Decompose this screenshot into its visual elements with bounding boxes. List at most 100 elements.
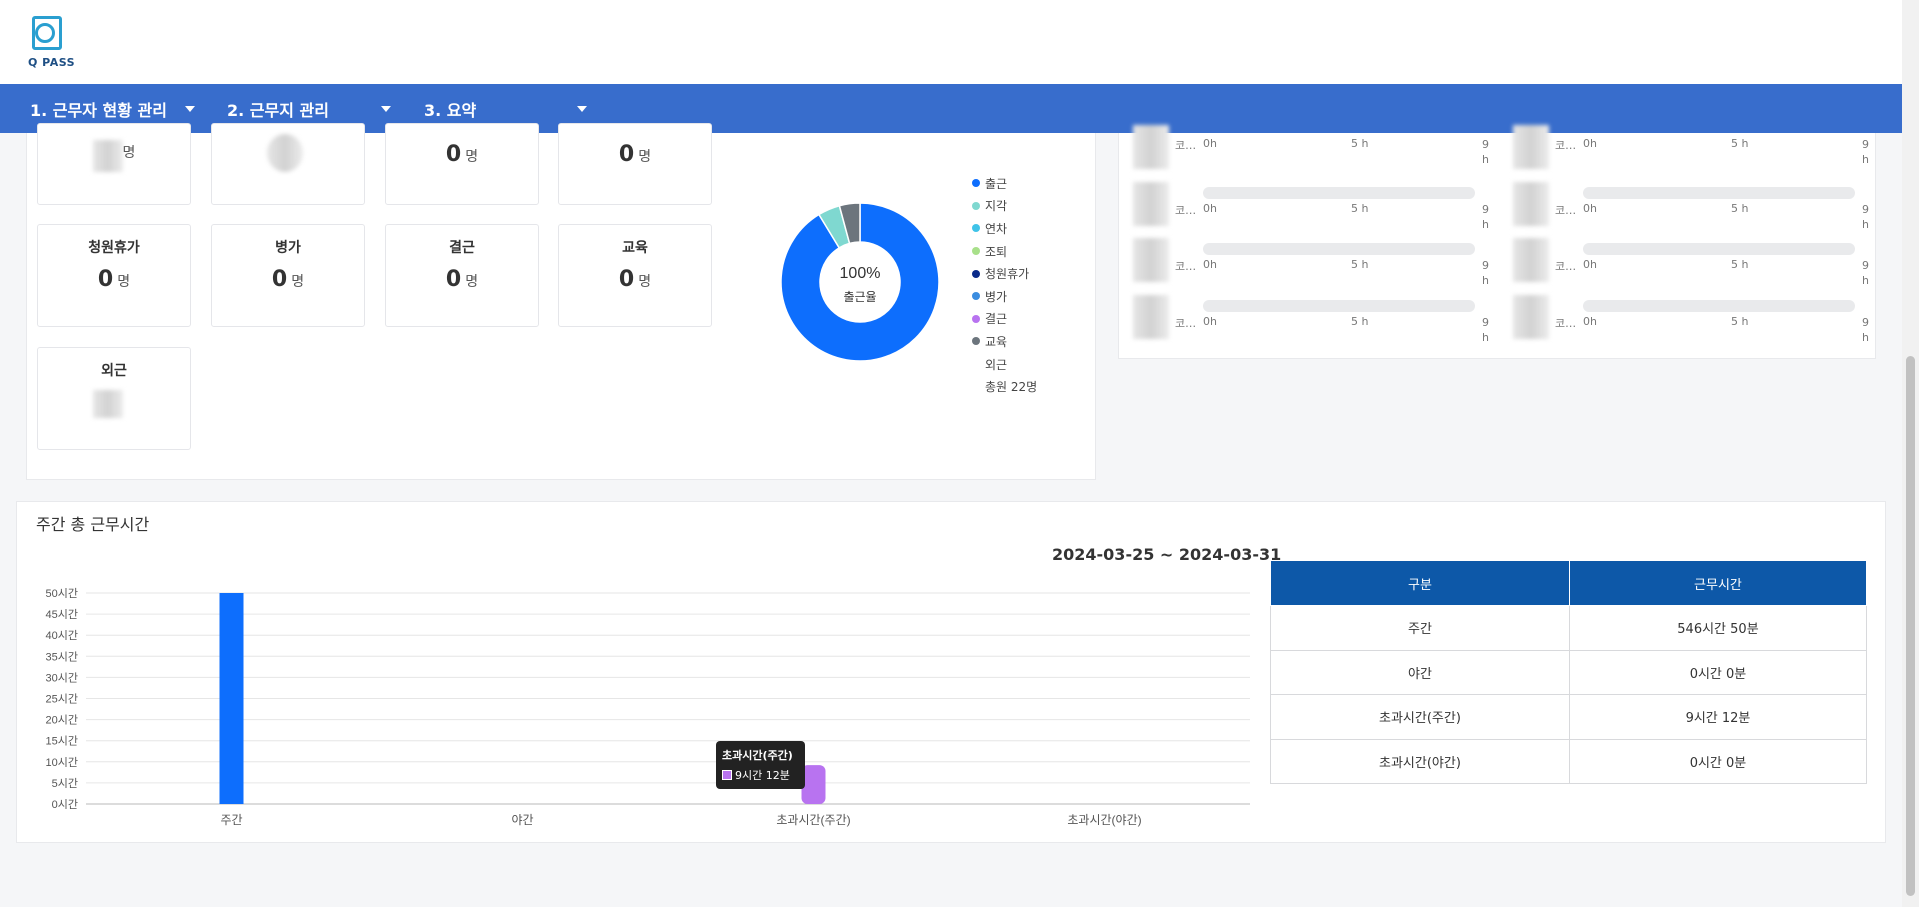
tick-label: 0h [1583,315,1597,328]
tick-label: 9 h [1482,138,1489,166]
tick-label: 9 h [1482,316,1489,344]
stat-value: 0 [618,142,635,167]
y-tick-label: 30시간 [46,671,78,684]
top-header: Q PASS [0,0,1902,84]
y-tick-label: 20시간 [46,714,78,727]
attendance-donut-chart: 100% 출근율 [780,202,940,362]
legend-item[interactable]: 조퇴 [972,240,1037,263]
table-row: 초과시간(야간) 0시간 0분 [1270,738,1868,784]
y-tick-label: 35시간 [46,650,78,663]
y-tick-label: 10시간 [46,756,78,769]
y-tick-label: 15시간 [46,735,78,748]
donut-center-percent: 100% [840,265,881,282]
legend-item[interactable]: 연차 [972,217,1037,240]
stat-card-sick: 병가 0명 [211,224,365,327]
stat-card-leave: 청원휴가 0명 [37,224,191,327]
stat-value: 0 [271,267,288,292]
tick-label: 0h [1583,137,1597,150]
worker-row[interactable]: 코… 0h 5 h 9 h [1127,125,1489,183]
legend-item[interactable]: 병가 [972,285,1037,308]
bar[interactable] [801,765,826,804]
chevron-down-icon[interactable] [577,106,587,112]
qpass-logo[interactable]: Q PASS [28,16,76,70]
legend-item[interactable]: 외근 [972,353,1037,376]
legend-item[interactable]: 교육 [972,330,1037,353]
worker-name: 코… [1555,260,1577,273]
unit-label: 명 [638,149,652,165]
worker-name: 코… [1175,260,1197,273]
stat-label: 외근 [101,363,127,379]
unit-label: 명 [465,274,479,290]
blurred-worker-avatar [1513,238,1549,282]
nav-label: 1. 근무자 현황 관리 [30,100,167,120]
worker-name: 코… [1555,139,1577,152]
legend-label: 출근 [985,176,1008,191]
chevron-down-icon[interactable] [185,106,195,112]
blurred-worker-avatar [1133,238,1169,282]
table-header: 근무시간 [1568,560,1868,606]
table-cell: 주간 [1270,605,1570,651]
hours-track [1583,300,1855,312]
stat-card-top-3: 0명 [385,123,539,205]
tick-label: 5 h [1731,137,1749,150]
y-tick-label: 40시간 [46,629,78,642]
worker-hours-panel: 코… 0h 5 h 9 h 코… 0h 5 h 9 h 코… 0h 5 h 9 h 코… 0h 5 h 9 h… [1118,125,1876,359]
worker-row[interactable]: 코… 0h 5 h 9 h [1127,234,1489,287]
logo-mark-icon [32,16,62,50]
legend-label: 결근 [985,312,1008,327]
worker-name: 코… [1555,317,1577,330]
worker-row[interactable]: 코… 0h 5 h 9 h [1507,234,1869,287]
stat-label: 결근 [449,240,475,256]
hours-track [1203,243,1475,255]
tick-label: 0h [1203,202,1217,215]
worker-name: 코… [1175,317,1197,330]
legend-dot-icon [972,179,980,188]
tooltip-title: 초과시간(주간) [722,749,793,762]
legend-label: 청원휴가 [985,267,1030,282]
x-tick-label: 주간 [220,813,242,827]
blurred-worker-avatar [1513,295,1549,339]
legend-item[interactable]: 지각 [972,195,1037,218]
unit-label: 명 [465,149,479,165]
donut-center-label: 출근율 [843,290,876,304]
stat-card-education: 교육 0명 [558,224,712,327]
stat-card-outside-work: 외근 [37,347,191,450]
legend-dot-icon [972,201,980,210]
legend-dot-icon [972,314,980,323]
worker-row[interactable]: 코… 0h 5 h 9 h [1507,291,1869,344]
worker-row[interactable]: 코… 0h 5 h 9 h [1127,291,1489,344]
tick-label: 5 h [1731,258,1749,271]
x-tick-label: 초과시간(주간) [776,813,850,827]
legend-item[interactable]: 청원휴가 [972,262,1037,285]
legend-label: 외근 [985,357,1008,372]
legend-item[interactable]: 결근 [972,308,1037,331]
scrollbar-thumb[interactable] [1906,356,1915,896]
unit-label: 명 [291,274,305,290]
table-cell: 9시간 12분 [1568,694,1868,740]
worker-row[interactable]: 코… 0h 5 h 9 h [1507,178,1869,231]
worker-row[interactable]: 코… 0h 5 h 9 h [1127,178,1489,231]
chevron-down-icon[interactable] [381,106,391,112]
worker-name: 코… [1555,204,1577,217]
blurred-worker-avatar [1133,125,1169,169]
legend-label: 연차 [985,221,1008,236]
stat-value: 0 [97,267,114,292]
blurred-worker-avatar [1133,182,1169,226]
table-cell: 0시간 0분 [1568,738,1868,784]
tick-label: 0h [1203,315,1217,328]
tick-label: 0h [1583,258,1597,271]
stat-label: 교육 [622,240,648,256]
bar[interactable] [219,593,244,804]
table-row: 야간 0시간 0분 [1270,649,1868,695]
legend-item[interactable]: 출근 [972,172,1037,195]
tick-label: 9 h [1482,259,1489,287]
logo-text: Q PASS [28,56,76,69]
y-tick-label: 5시간 [52,777,78,790]
legend-dot-icon [972,269,980,278]
hours-track [1583,243,1855,255]
table-cell: 546시간 50분 [1568,605,1868,651]
worker-row[interactable]: 코… 0h 5 h 9 h [1507,125,1869,183]
worker-name: 코… [1175,204,1197,217]
unit-label: 명 [638,274,652,290]
page-scrollbar[interactable] [1902,0,1919,907]
